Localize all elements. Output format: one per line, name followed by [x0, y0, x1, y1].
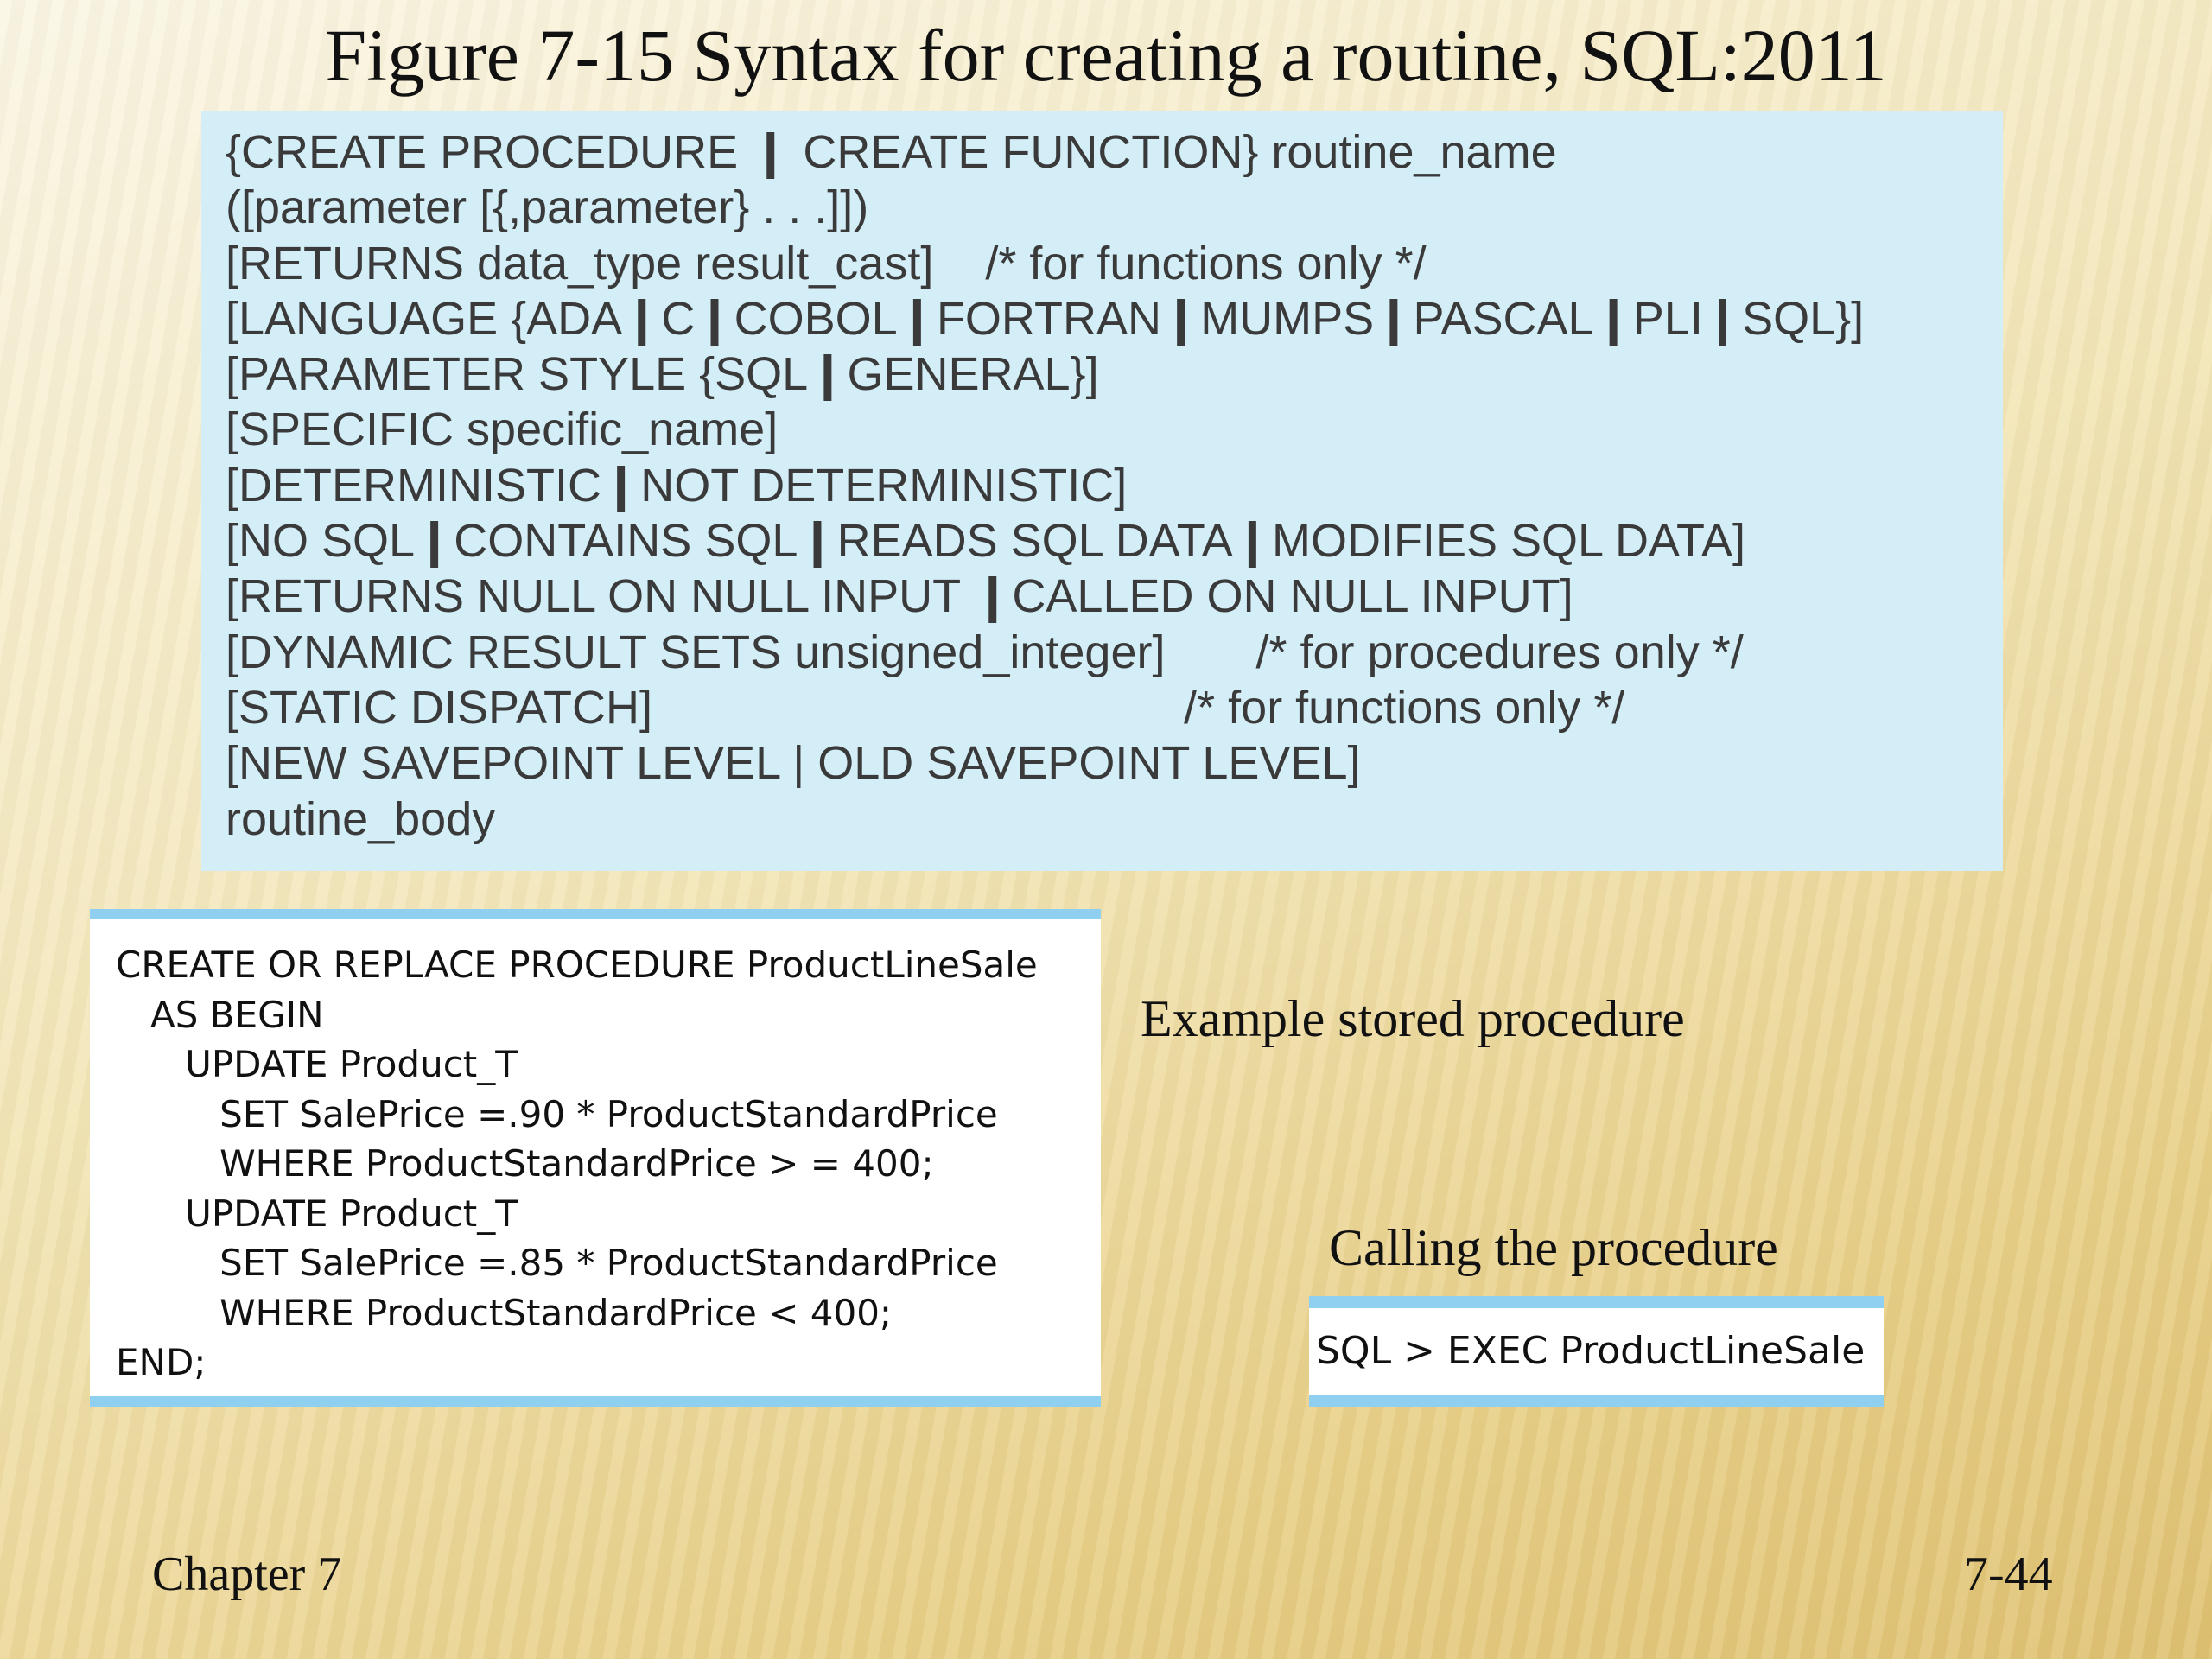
code-line: WHERE ProductStandardPrice < 400; — [116, 1291, 893, 1334]
call-command-box: SQL > EXEC ProductLineSale — [1309, 1296, 1884, 1407]
syntax-line: [PARAMETER STYLE {SQL❙GENERAL}] — [226, 348, 1099, 401]
call-command: SQL > EXEC ProductLineSale — [1316, 1329, 1866, 1373]
syntax-line: [LANGUAGE {ADA❙C❙COBOL❙FORTRAN❙MUMPS❙PAS… — [226, 292, 1865, 345]
syntax-line: [STATIC DISPATCH] /* for functions only … — [226, 681, 1625, 734]
code-line: SET SalePrice =.90 * ProductStandardPric… — [116, 1092, 998, 1135]
syntax-line: [DYNAMIC RESULT SETS unsigned_integer] /… — [226, 626, 1744, 678]
slide-title: Figure 7-15 Syntax for creating a routin… — [325, 14, 1887, 97]
code-line: UPDATE Product_T — [116, 1043, 518, 1085]
syntax-line: ([parameter [{,parameter} . . .]]) — [226, 181, 869, 234]
syntax-line: [RETURNS NULL ON NULL INPUT ❙CALLED ON N… — [226, 570, 1573, 623]
syntax-line: [DETERMINISTIC❙NOT DETERMINISTIC] — [226, 459, 1128, 512]
syntax-line: [NO SQL❙CONTAINS SQL❙READS SQL DATA❙MODI… — [226, 515, 1746, 568]
code-line: AS BEGIN — [116, 993, 324, 1036]
procedure-code-box: CREATE OR REPLACE PROCEDURE ProductLineS… — [90, 909, 1101, 1407]
code-line: WHERE ProductStandardPrice > = 400; — [116, 1142, 934, 1185]
code-line: UPDATE Product_T — [116, 1192, 518, 1235]
syntax-line: [SPECIFIC specific_name] — [226, 404, 779, 456]
syntax-line: [NEW SAVEPOINT LEVEL | OLD SAVEPOINT LEV… — [226, 737, 1361, 790]
code-line: CREATE OR REPLACE PROCEDURE ProductLineS… — [116, 944, 1038, 986]
syntax-line: [RETURNS data_type result_cast] /* for f… — [226, 237, 1427, 289]
code-line: END; — [116, 1341, 207, 1383]
syntax-line: routine_body — [226, 792, 496, 845]
code-line: SET SalePrice =.85 * ProductStandardPric… — [116, 1242, 998, 1284]
footer-chapter: Chapter 7 — [152, 1548, 342, 1601]
calling-caption: Calling the procedure — [1329, 1219, 1778, 1276]
footer-page-number: 7-44 — [1964, 1548, 2053, 1601]
syntax-line: {CREATE PROCEDURE ❙ CREATE FUNCTION} rou… — [226, 126, 1557, 178]
syntax-box: {CREATE PROCEDURE ❙ CREATE FUNCTION} rou… — [201, 111, 2003, 871]
example-caption: Example stored procedure — [1141, 990, 1685, 1047]
